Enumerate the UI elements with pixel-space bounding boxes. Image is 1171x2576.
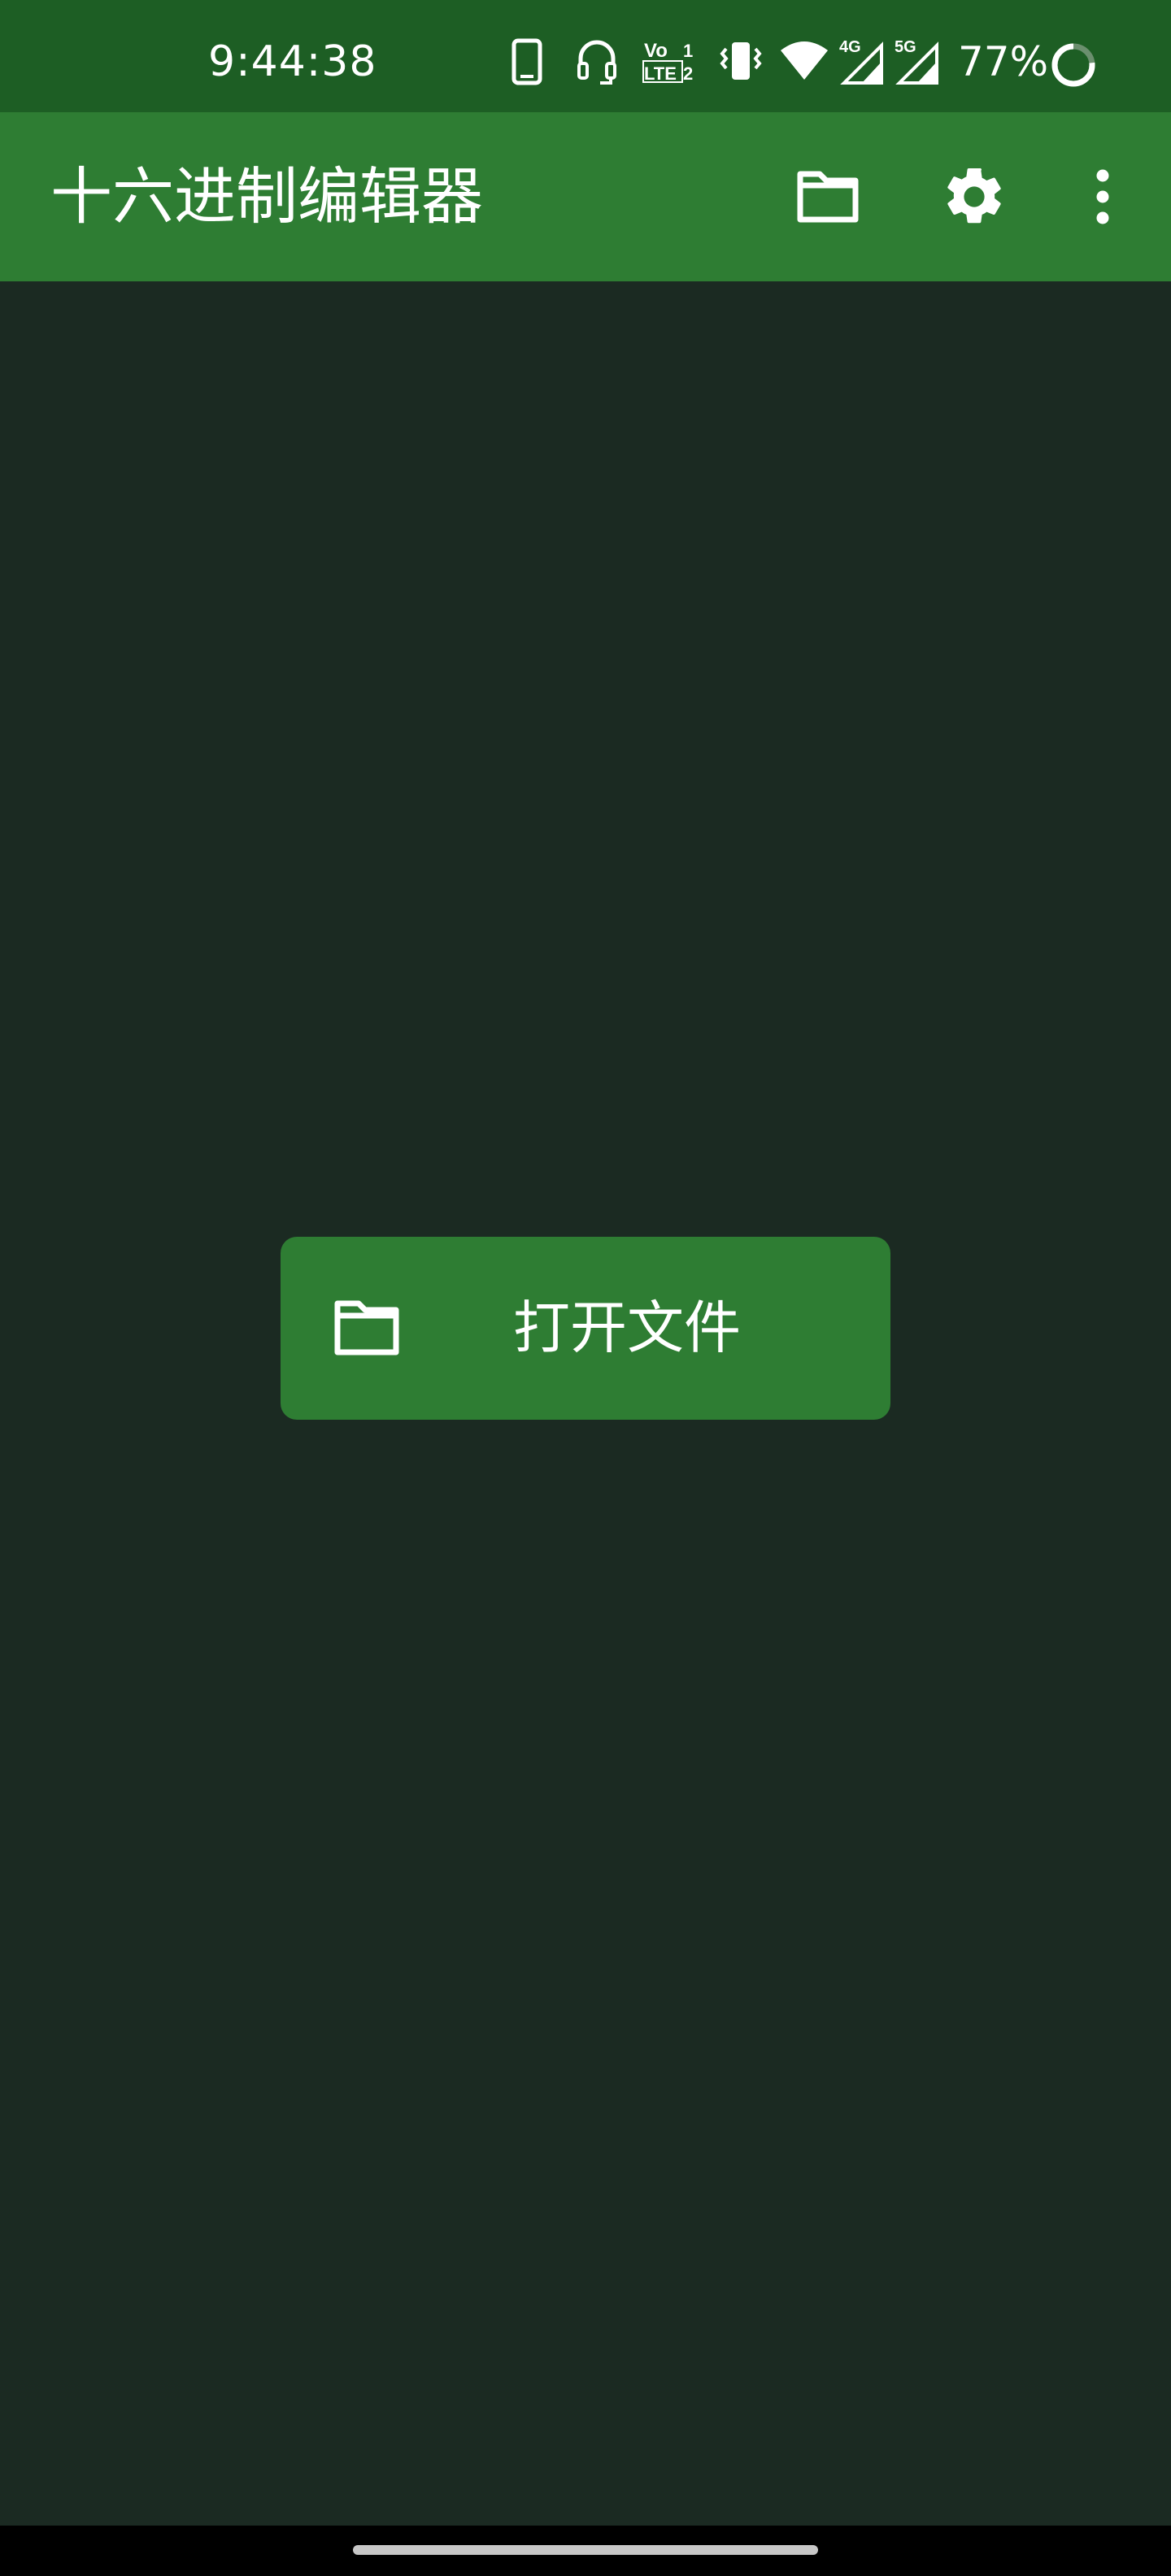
navigation-bar xyxy=(0,2526,1171,2576)
battery-ring-icon xyxy=(1051,43,1095,87)
folder-icon xyxy=(797,171,859,223)
screen: 9:44:38 Vo 1 LTE 2 4G 5G 77% 十六进制编辑器 打开文… xyxy=(0,0,1171,2576)
battery-percent: 77% xyxy=(958,38,1049,85)
volte-top-text: Vo xyxy=(644,40,668,62)
signal-5g-label: 5G xyxy=(895,38,916,56)
status-bar: 9:44:38 Vo 1 LTE 2 4G 5G 77% xyxy=(0,0,1171,112)
headset-icon xyxy=(577,40,616,85)
settings-button[interactable] xyxy=(934,156,1015,237)
status-time: 9:44:38 xyxy=(208,37,377,86)
vibrate-icon xyxy=(720,42,762,80)
overflow-menu-button[interactable] xyxy=(1062,156,1143,237)
signal-4g-icon: 4G xyxy=(839,38,883,85)
overflow-menu-icon xyxy=(1096,169,1109,224)
volte-sim-top: 1 xyxy=(683,41,693,61)
volte-bottom-text: LTE xyxy=(644,63,677,84)
signal-4g-label: 4G xyxy=(839,38,861,56)
volte-icon: Vo 1 LTE 2 xyxy=(642,40,693,84)
volte-sim-bottom: 2 xyxy=(683,63,693,84)
app-title: 十六进制编辑器 xyxy=(50,160,483,233)
open-file-button[interactable]: 打开文件 xyxy=(281,1237,890,1420)
wifi-icon xyxy=(781,41,828,80)
folder-icon xyxy=(334,1300,399,1355)
phone-icon xyxy=(511,38,542,85)
settings-gear-icon xyxy=(947,168,1001,224)
app-bar: 十六进制编辑器 xyxy=(0,112,1171,281)
gesture-handle[interactable] xyxy=(353,2545,818,2555)
signal-5g-icon: 5G xyxy=(895,38,938,85)
open-file-label: 打开文件 xyxy=(513,1295,741,1361)
open-folder-button[interactable] xyxy=(787,156,868,237)
